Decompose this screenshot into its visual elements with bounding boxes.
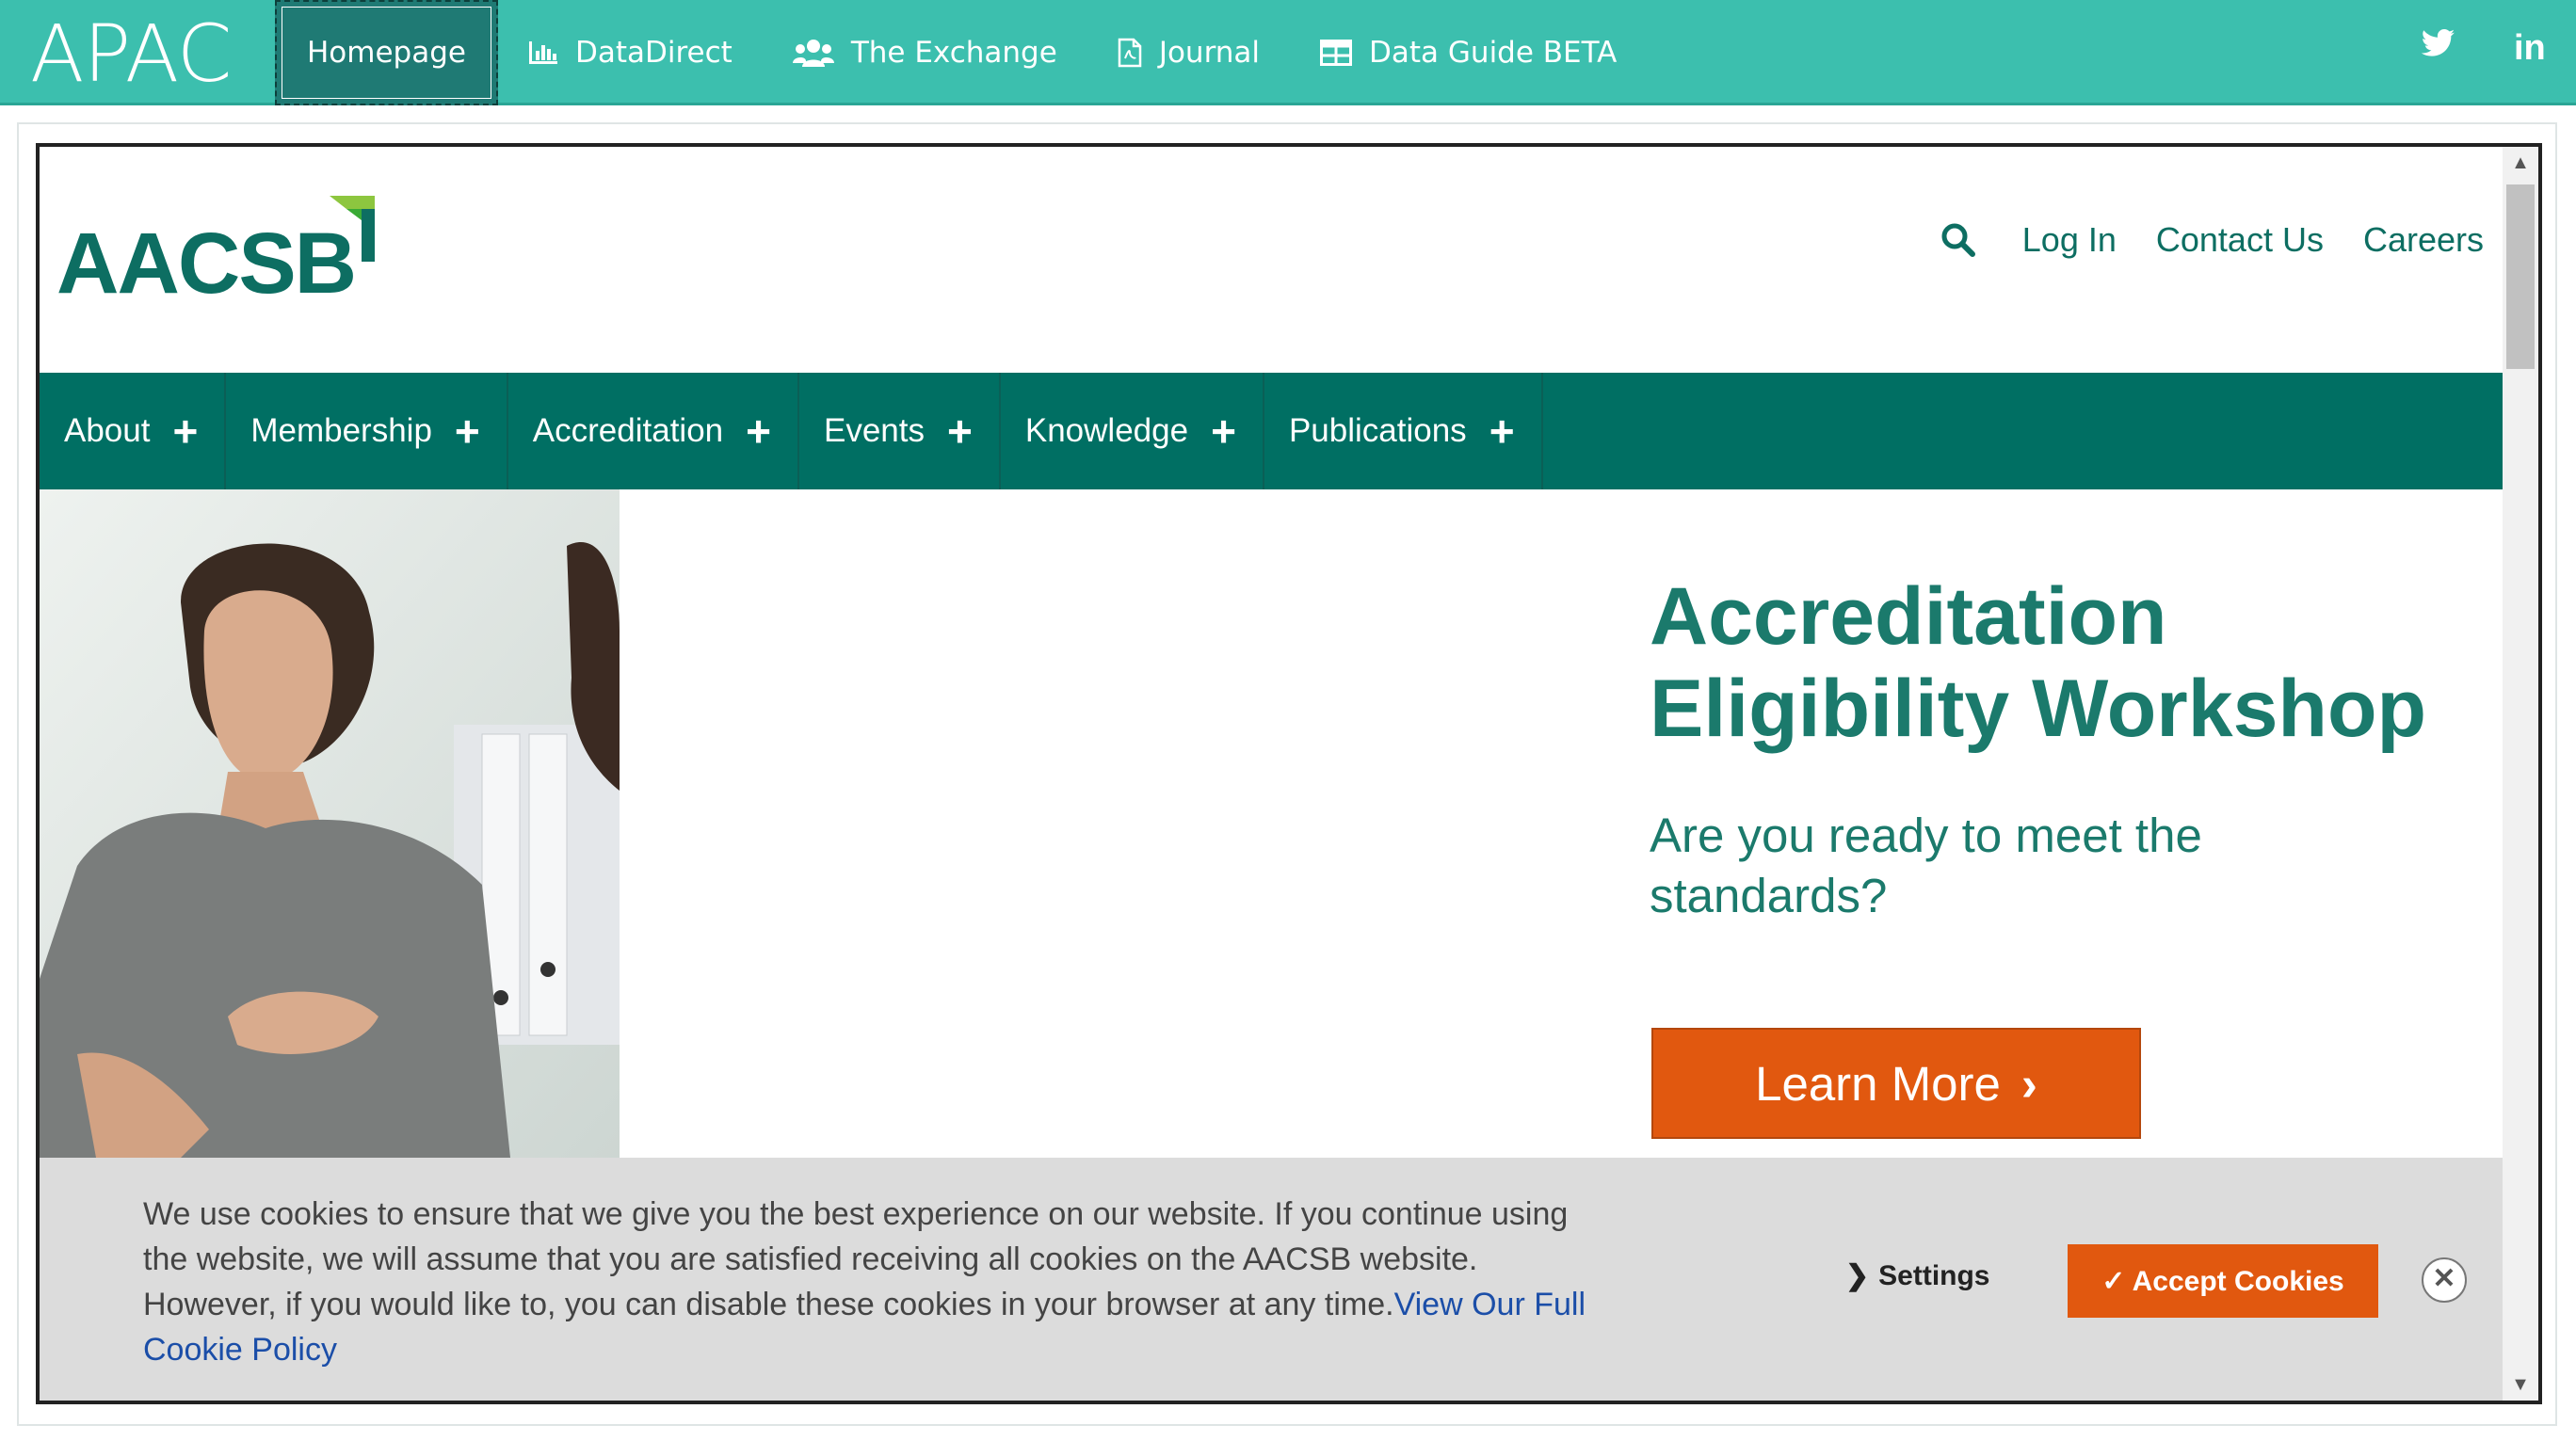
users-icon xyxy=(792,39,834,67)
topnav-exchange[interactable]: The Exchange xyxy=(763,0,1087,105)
nav-item-label: About xyxy=(64,412,151,449)
expand-plus-icon[interactable]: + xyxy=(1489,409,1515,453)
cookie-message: We use cookies to ensure that we give yo… xyxy=(143,1192,1612,1372)
logo-wordmark: AACSB xyxy=(56,216,357,312)
close-icon[interactable]: ✕ xyxy=(2422,1257,2467,1303)
bar-chart-icon xyxy=(528,40,558,66)
search-icon[interactable] xyxy=(1940,221,1977,259)
hero-title-line1: Accreditation xyxy=(1650,571,2167,662)
expand-plus-icon[interactable]: + xyxy=(172,409,198,453)
utility-nav: Log In Contact Us Careers xyxy=(1940,220,2484,260)
topnav-datadirect[interactable]: DataDirect xyxy=(498,0,763,105)
hero-photo xyxy=(40,489,620,1158)
nav-item-label: Membership xyxy=(250,412,432,449)
scrollbar-thumb[interactable] xyxy=(2506,184,2535,369)
nav-item-label: Events xyxy=(824,412,925,449)
settings-label: Settings xyxy=(1878,1260,1990,1291)
twitter-icon[interactable] xyxy=(2421,24,2455,67)
topnav-data-guide-label: Data Guide BETA xyxy=(1369,36,1618,70)
cookie-text: We use cookies to ensure that we give yo… xyxy=(143,1196,1569,1322)
nav-item-about[interactable]: About + xyxy=(40,373,227,489)
cookie-banner: We use cookies to ensure that we give yo… xyxy=(40,1158,2503,1401)
careers-link[interactable]: Careers xyxy=(2363,220,2484,260)
scroll-down-arrow-icon[interactable]: ▼ xyxy=(2503,1369,2538,1401)
topnav-exchange-label: The Exchange xyxy=(850,36,1057,70)
expand-plus-icon[interactable]: + xyxy=(455,409,480,453)
topnav-homepage[interactable]: Homepage xyxy=(275,0,498,105)
pdf-file-icon xyxy=(1118,38,1142,68)
chevron-right-icon: ❯ xyxy=(1845,1260,1870,1291)
chevron-right-icon: › xyxy=(2021,1056,2037,1111)
website-frame: AACSB Log In Contact Us Careers About + … xyxy=(36,143,2542,1404)
learn-more-button[interactable]: Learn More › xyxy=(1651,1028,2141,1139)
top-nav: Homepage DataDirect The Exchange Journal… xyxy=(275,0,1647,105)
nav-item-publications[interactable]: Publications + xyxy=(1264,373,1543,489)
scroll-up-arrow-icon[interactable]: ▲ xyxy=(2503,147,2538,179)
aacsb-logo[interactable]: AACSB xyxy=(56,196,377,312)
hero-title-line2: Eligibility Workshop xyxy=(1650,664,2427,754)
nav-item-knowledge[interactable]: Knowledge + xyxy=(1001,373,1264,489)
apac-brand[interactable]: APAC xyxy=(30,8,232,100)
hero-subtitle: Are you ready to meet the standards? xyxy=(1650,809,2202,922)
nav-item-label: Publications xyxy=(1288,412,1467,449)
accept-cookies-button[interactable]: ✓ Accept Cookies xyxy=(2068,1244,2378,1318)
expand-plus-icon[interactable]: + xyxy=(746,409,771,453)
nav-item-events[interactable]: Events + xyxy=(799,373,1001,489)
topnav-data-guide[interactable]: Data Guide BETA xyxy=(1290,0,1647,105)
learn-more-label: Learn More xyxy=(1755,1056,2001,1111)
cookie-settings-button[interactable]: ❯ Settings xyxy=(1845,1259,1990,1292)
nav-item-label: Accreditation xyxy=(532,412,724,449)
frame-scrollbar[interactable]: ▲ ▼ xyxy=(2503,147,2538,1401)
logo-mark-icon xyxy=(330,196,375,262)
nav-item-accreditation[interactable]: Accreditation + xyxy=(508,373,799,489)
linkedin-icon[interactable]: in xyxy=(2514,28,2546,69)
expand-plus-icon[interactable]: + xyxy=(947,409,973,453)
topnav-datadirect-label: DataDirect xyxy=(574,36,733,70)
table-icon xyxy=(1320,40,1353,66)
topnav-journal-label: Journal xyxy=(1158,36,1261,70)
topnav-journal[interactable]: Journal xyxy=(1087,0,1290,105)
contact-us-link[interactable]: Contact Us xyxy=(2156,220,2324,260)
nav-item-membership[interactable]: Membership + xyxy=(226,373,508,489)
hero-title: Accreditation Eligibility Workshop xyxy=(1650,570,2497,755)
nav-item-label: Knowledge xyxy=(1024,412,1189,449)
expand-plus-icon[interactable]: + xyxy=(1211,409,1236,453)
top-bar: APAC Homepage DataDirect The Exchange Jo… xyxy=(0,0,2576,105)
login-link[interactable]: Log In xyxy=(2022,220,2117,260)
topnav-homepage-label: Homepage xyxy=(307,36,466,70)
main-nav: About + Membership + Accreditation + Eve… xyxy=(40,373,2503,489)
